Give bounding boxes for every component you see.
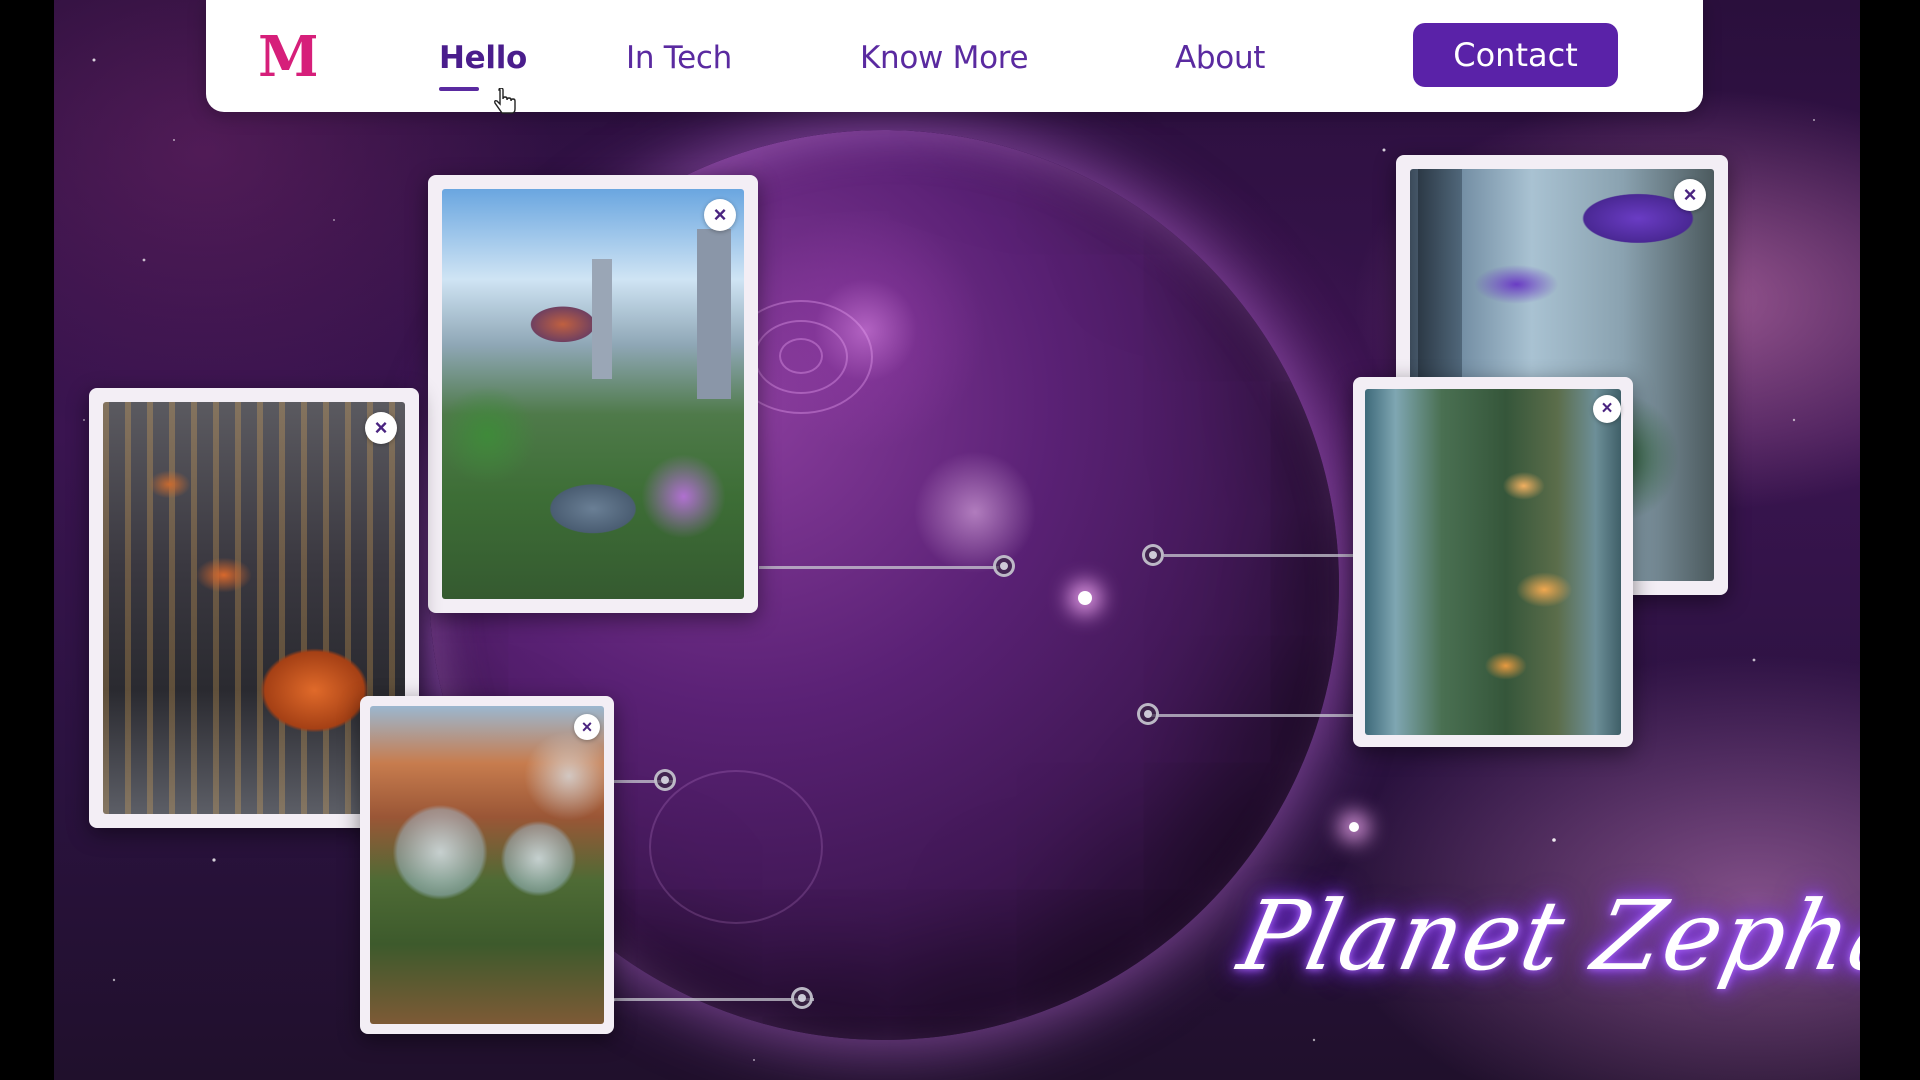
planet-swirl bbox=[779, 338, 823, 374]
tower bbox=[592, 259, 612, 379]
nav-hello[interactable]: Hello bbox=[439, 40, 527, 76]
logo[interactable]: M bbox=[256, 28, 316, 86]
contact-button[interactable]: Contact bbox=[1413, 23, 1618, 87]
close-icon[interactable]: × bbox=[574, 714, 600, 740]
close-icon[interactable]: × bbox=[704, 199, 736, 231]
desert-domes-card[interactable]: × bbox=[360, 696, 614, 1034]
hand-cursor-icon bbox=[494, 88, 516, 114]
connector-line bbox=[614, 998, 814, 1001]
close-icon[interactable]: × bbox=[1593, 395, 1621, 423]
floating-city-card[interactable]: × bbox=[428, 175, 758, 613]
connector-node[interactable] bbox=[791, 987, 813, 1009]
floating-city-image bbox=[442, 189, 744, 599]
waterfall-city-card[interactable]: × bbox=[1353, 377, 1633, 747]
connector-node[interactable] bbox=[1142, 544, 1164, 566]
glowing-star bbox=[1078, 591, 1092, 605]
connector-node[interactable] bbox=[654, 769, 676, 791]
nav-in-tech[interactable]: In Tech bbox=[626, 40, 732, 76]
close-icon[interactable]: × bbox=[365, 412, 397, 444]
connector-node[interactable] bbox=[1137, 703, 1159, 725]
planet-crater bbox=[649, 770, 823, 924]
close-icon[interactable]: × bbox=[1674, 179, 1706, 211]
nav-about[interactable]: About bbox=[1175, 40, 1265, 76]
nav-know-more[interactable]: Know More bbox=[860, 40, 1029, 76]
glowing-star bbox=[1349, 822, 1359, 832]
connector-node[interactable] bbox=[993, 555, 1015, 577]
connector-line bbox=[759, 566, 999, 569]
desert-domes-image bbox=[370, 706, 604, 1024]
planet-title: Planet Zepharia bbox=[1230, 880, 1860, 992]
waterfall-city-image bbox=[1365, 389, 1621, 735]
active-underline bbox=[439, 87, 479, 91]
space-background: × × × × × Planet Zepharia bbox=[54, 0, 1860, 1080]
logo-letter: M bbox=[258, 28, 316, 86]
top-nav: M Hello In Tech Know More About Contact bbox=[206, 0, 1703, 114]
tower bbox=[697, 229, 731, 399]
